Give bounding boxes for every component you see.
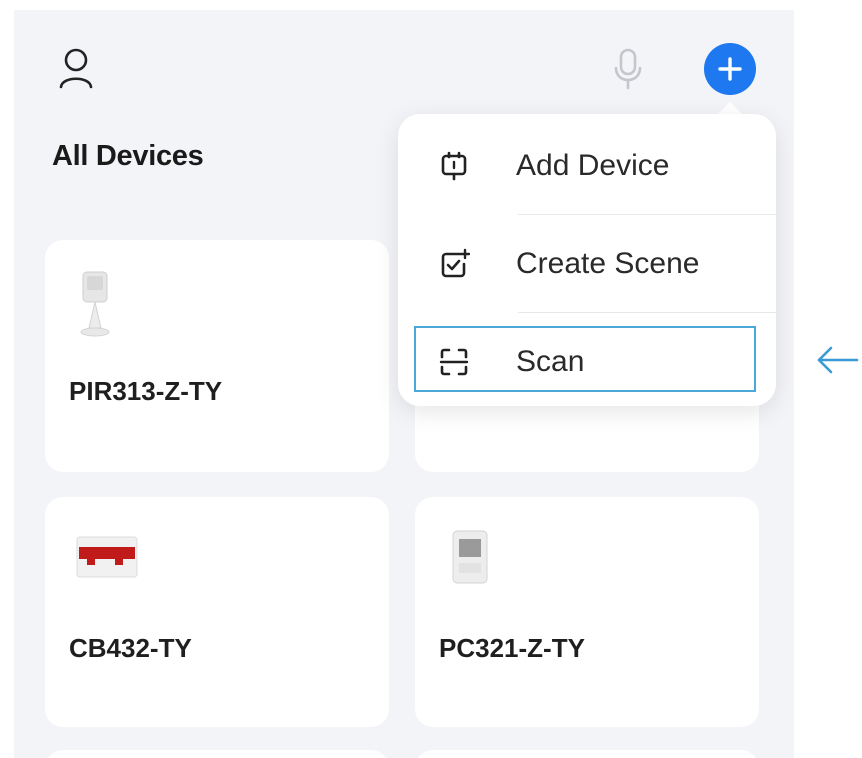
voice-input-button[interactable] xyxy=(610,46,646,92)
device-card[interactable]: PIR313-Z-TY xyxy=(45,240,389,472)
app-screen: All Devices PIR313-Z-TY CB432-TY PC321-Z… xyxy=(14,10,794,758)
power-clamp-image xyxy=(452,530,488,584)
device-name: PC321-Z-TY xyxy=(439,633,585,663)
add-button[interactable] xyxy=(704,43,756,95)
add-menu: Add Device Create Scene Scan xyxy=(398,114,776,406)
device-name: CB432-TY xyxy=(69,633,192,663)
device-card[interactable] xyxy=(45,750,389,758)
menu-item-create-scene[interactable]: Create Scene xyxy=(398,216,776,312)
scan-icon xyxy=(436,344,472,380)
plus-icon xyxy=(718,57,742,81)
arrow-left-icon xyxy=(817,346,859,374)
menu-item-label: Add Device xyxy=(516,149,670,182)
create-scene-icon xyxy=(436,246,472,282)
device-card[interactable] xyxy=(415,750,759,758)
add-device-icon xyxy=(436,148,472,184)
menu-item-scan[interactable]: Scan xyxy=(398,314,776,410)
device-name: PIR313-Z-TY xyxy=(69,376,223,406)
menu-item-add-device[interactable]: Add Device xyxy=(398,118,776,214)
menu-divider xyxy=(518,214,776,215)
page-title: All Devices xyxy=(52,140,204,172)
user-icon xyxy=(59,48,93,89)
circuit-breaker-image xyxy=(76,536,138,578)
device-card[interactable]: CB432-TY xyxy=(45,497,389,727)
menu-item-label: Scan xyxy=(516,345,585,378)
menu-divider xyxy=(518,312,776,313)
microphone-icon xyxy=(614,48,642,90)
motion-sensor-image xyxy=(80,271,110,337)
menu-item-label: Create Scene xyxy=(516,247,700,280)
user-profile-button[interactable] xyxy=(54,42,98,94)
device-card[interactable]: PC321-Z-TY xyxy=(415,497,759,727)
